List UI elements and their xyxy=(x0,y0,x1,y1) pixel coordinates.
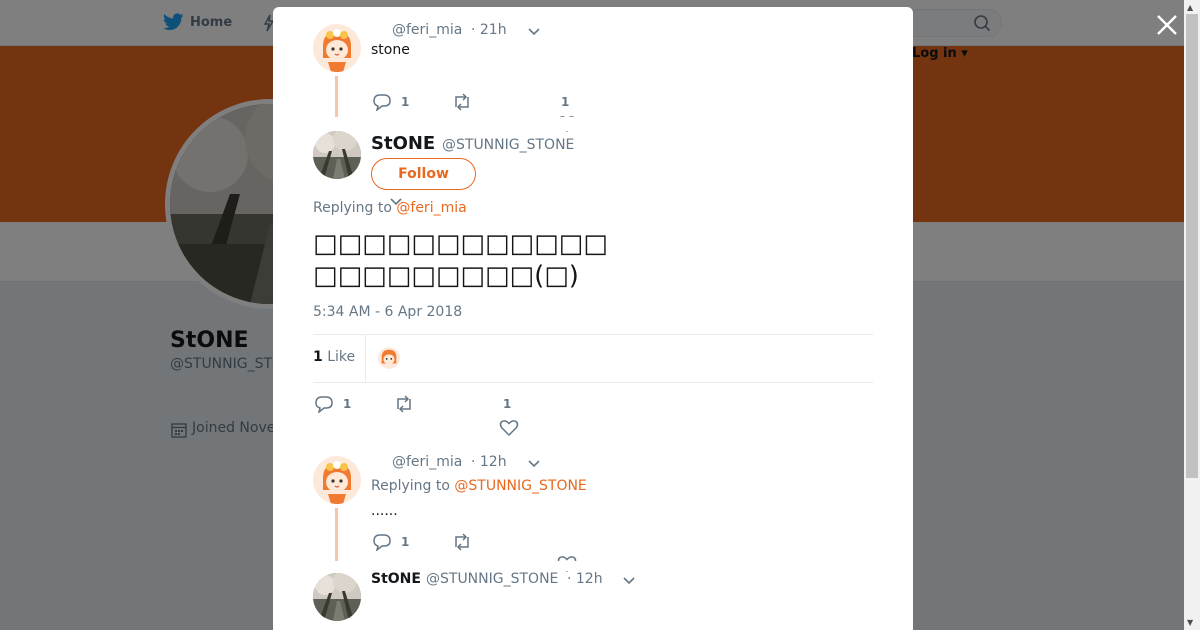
replying-to-line: Replying to @feri_mia xyxy=(313,200,467,216)
tweet-time[interactable]: · 12h xyxy=(567,571,603,587)
reply-count: 1 xyxy=(343,397,352,411)
tweet-time[interactable]: · 21h xyxy=(471,22,507,38)
avatar[interactable] xyxy=(313,456,361,504)
mia-avatar-image xyxy=(313,24,361,72)
reply-icon[interactable] xyxy=(314,395,334,413)
thread-connector xyxy=(335,508,338,566)
heart-icon[interactable] xyxy=(499,419,519,437)
reply-icon[interactable] xyxy=(372,533,392,551)
reply-count: 1 xyxy=(401,535,410,549)
chevron-down-icon[interactable] xyxy=(527,27,541,37)
retweet-icon[interactable] xyxy=(452,93,472,111)
reply-count: 1 xyxy=(401,95,410,109)
tweet-text: ...... xyxy=(371,503,398,519)
scroll-up-arrow[interactable]: ▲ xyxy=(1187,3,1193,12)
tweet-author-name[interactable]: StONE xyxy=(371,571,421,587)
clip-mask xyxy=(273,561,913,571)
retweet-icon[interactable] xyxy=(394,395,414,413)
mia-avatar-image xyxy=(378,347,400,369)
tweet-permalink-modal: @feri_mia · 21h stone 1 1 StONE @STUNNIG… xyxy=(273,7,913,630)
tweet-handle[interactable]: @STUNNIG_STONE xyxy=(442,137,574,153)
avatar[interactable] xyxy=(313,573,361,621)
tweet-text: stone xyxy=(371,42,410,58)
avatar[interactable] xyxy=(313,131,361,179)
mia-avatar-image xyxy=(313,456,361,504)
close-icon[interactable] xyxy=(1154,12,1180,38)
scrollbar-thumb[interactable] xyxy=(1186,14,1198,478)
reply-icon[interactable] xyxy=(372,93,392,111)
tweet-timestamp[interactable]: 5:34 AM - 6 Apr 2018 xyxy=(313,304,462,320)
stone-avatar-image xyxy=(313,131,361,179)
divider xyxy=(365,335,366,382)
replying-to-link[interactable]: @STUNNIG_STONE xyxy=(454,478,586,494)
liker-avatar[interactable] xyxy=(378,347,400,369)
like-count: 1 xyxy=(561,95,570,109)
chevron-down-icon[interactable] xyxy=(622,576,636,586)
retweet-icon[interactable] xyxy=(452,533,472,551)
tweet-handle[interactable]: @feri_mia xyxy=(392,454,462,470)
avatar[interactable] xyxy=(313,24,361,72)
replying-to-line: Replying to @STUNNIG_STONE xyxy=(371,478,587,494)
tweet-time[interactable]: · 12h xyxy=(471,454,507,470)
likes-stat[interactable]: 1 Like xyxy=(313,349,355,365)
replying-to-link[interactable]: @feri_mia xyxy=(396,200,466,216)
tweet-handle[interactable]: @STUNNIG_STONE xyxy=(426,571,558,587)
divider xyxy=(313,382,873,383)
like-count: 1 xyxy=(503,397,512,411)
tweet-handle[interactable]: @feri_mia xyxy=(392,22,462,38)
follow-button[interactable]: Follow xyxy=(371,158,476,190)
divider xyxy=(313,334,873,335)
tweet-author-name[interactable]: StONE xyxy=(371,133,435,154)
clip-mask xyxy=(273,117,913,131)
stone-avatar-image xyxy=(313,573,361,621)
tweet-text: □□□□□□□□□□□□ □□□□□□□□□(□) xyxy=(313,229,608,291)
scroll-down-arrow[interactable]: ▼ xyxy=(1187,618,1193,627)
chevron-down-icon[interactable] xyxy=(527,459,541,469)
